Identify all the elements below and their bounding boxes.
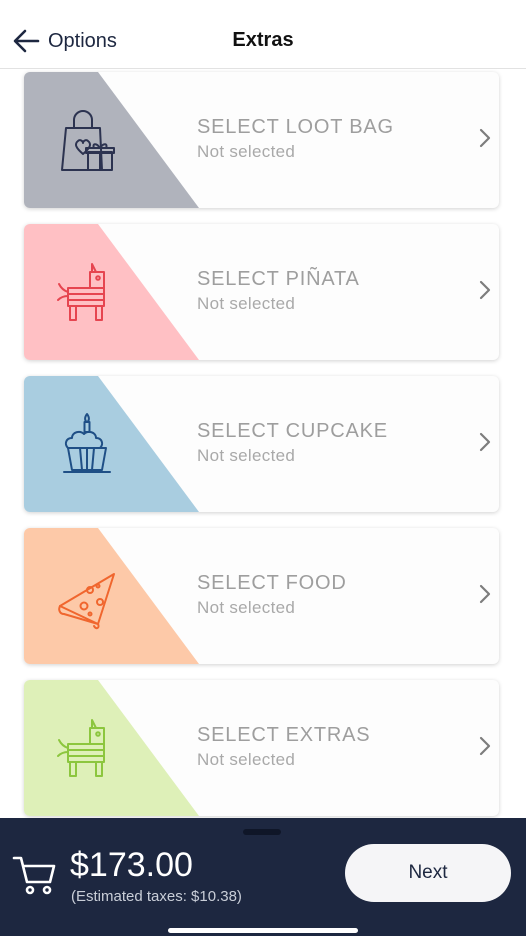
select-loot-bag-card[interactable]: SELECT LOOT BAG Not selected bbox=[24, 72, 499, 208]
card-status: Not selected bbox=[197, 294, 296, 313]
card-status: Not selected bbox=[197, 446, 296, 465]
card-title: SELECT FOOD bbox=[197, 572, 347, 594]
pizza-icon bbox=[56, 562, 118, 630]
card-title: SELECT PIÑATA bbox=[197, 268, 360, 290]
chevron-right-icon bbox=[479, 584, 491, 609]
loot-bag-icon bbox=[56, 106, 118, 174]
select-cupcake-card[interactable]: SELECT CUPCAKE Not selected bbox=[24, 376, 499, 512]
card-status: Not selected bbox=[197, 598, 296, 617]
card-status: Not selected bbox=[197, 750, 296, 769]
app-header: Options Extras bbox=[0, 0, 526, 69]
chevron-right-icon bbox=[479, 736, 491, 761]
home-indicator bbox=[168, 928, 358, 933]
select-food-card[interactable]: SELECT FOOD Not selected bbox=[24, 528, 499, 664]
cart-icon bbox=[12, 854, 56, 901]
select-extras-card[interactable]: SELECT EXTRAS Not selected bbox=[24, 680, 499, 816]
card-title: SELECT CUPCAKE bbox=[197, 420, 388, 442]
estimated-taxes: (Estimated taxes: $10.38) bbox=[71, 888, 242, 905]
chevron-right-icon bbox=[479, 432, 491, 457]
card-title: SELECT EXTRAS bbox=[197, 724, 371, 746]
next-button[interactable]: Next bbox=[345, 844, 511, 902]
cupcake-icon bbox=[56, 410, 118, 478]
checkout-footer: $173.00 (Estimated taxes: $10.38) Next bbox=[0, 818, 526, 936]
chevron-right-icon bbox=[479, 280, 491, 305]
sheet-grabber[interactable] bbox=[243, 829, 281, 835]
chevron-right-icon bbox=[479, 128, 491, 153]
card-title: SELECT LOOT BAG bbox=[197, 116, 394, 138]
order-total: $173.00 bbox=[70, 846, 193, 884]
card-status: Not selected bbox=[197, 142, 296, 161]
pinata-icon bbox=[56, 714, 118, 782]
pinata-icon bbox=[56, 258, 118, 326]
select-pinata-card[interactable]: SELECT PIÑATA Not selected bbox=[24, 224, 499, 360]
page-title: Extras bbox=[232, 29, 294, 51]
